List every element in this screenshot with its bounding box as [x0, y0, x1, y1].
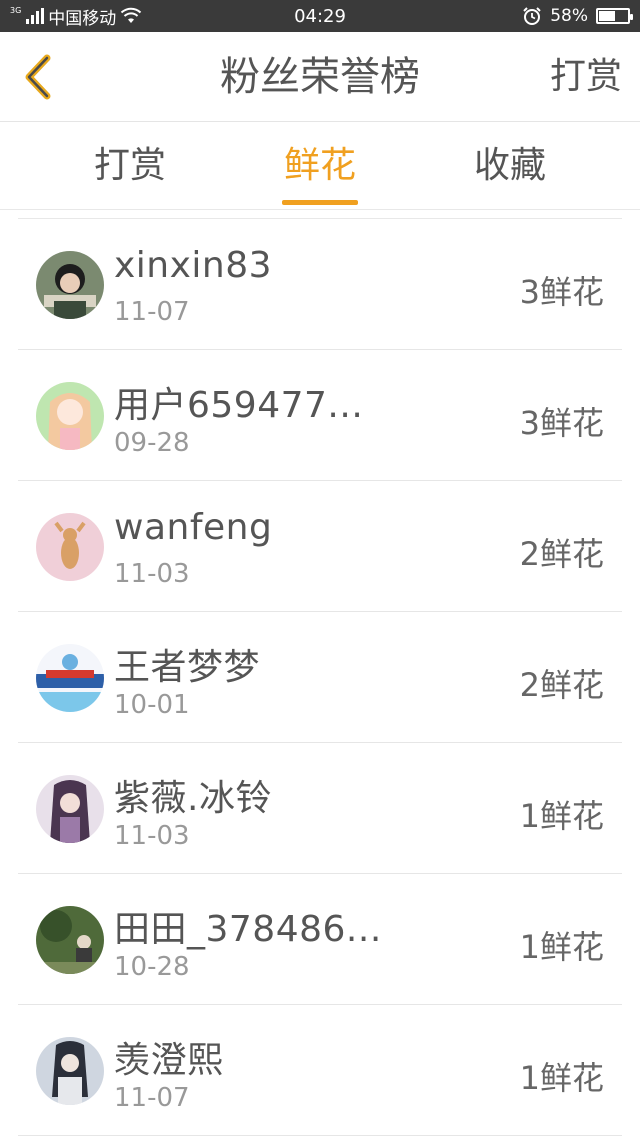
battery-level-fill: [599, 11, 616, 21]
fan-date: 11-03: [114, 821, 190, 851]
flower-count: 2鲜花: [519, 535, 604, 573]
avatar: [36, 513, 104, 581]
avatar: [36, 382, 104, 450]
fan-list: xinxin83 11-07 3鲜花 用户659477... 09-28 3鲜花…: [18, 218, 622, 1136]
flower-count: 2鲜花: [519, 666, 604, 704]
page-title: 粉丝荣誉榜: [220, 54, 420, 100]
tab-bar: 打赏 鲜花 收藏: [0, 122, 640, 210]
reward-button[interactable]: 打赏: [550, 32, 622, 122]
battery-icon: [596, 8, 633, 24]
fan-name: 羡澄熙: [114, 1040, 224, 1081]
active-tab-indicator: [282, 200, 358, 205]
flower-count: 3鲜花: [519, 273, 604, 311]
fan-name: 王者梦梦: [114, 647, 261, 688]
list-item[interactable]: 紫薇.冰铃 11-03 1鲜花: [18, 743, 622, 874]
fan-date: 10-01: [114, 690, 190, 720]
fan-date: 10-28: [114, 952, 190, 982]
avatar: [36, 1037, 104, 1105]
fan-date: 11-07: [114, 1083, 190, 1113]
fan-name: 田田_378486...: [114, 909, 382, 950]
tab-reward[interactable]: 打赏: [70, 122, 190, 210]
avatar: [36, 644, 104, 712]
avatar: [36, 251, 104, 319]
avatar: [36, 906, 104, 974]
fan-name: 用户659477...: [114, 385, 364, 426]
flower-count: 3鲜花: [519, 404, 604, 442]
list-item[interactable]: xinxin83 11-07 3鲜花: [18, 219, 622, 350]
alarm-icon: [522, 6, 542, 26]
flower-count: 1鲜花: [519, 1059, 604, 1097]
flower-count: 1鲜花: [519, 797, 604, 835]
tab-flowers[interactable]: 鲜花: [260, 122, 380, 210]
list-item[interactable]: 田田_378486... 10-28 1鲜花: [18, 874, 622, 1005]
status-right: 58%: [522, 0, 633, 32]
fan-name: xinxin83: [114, 245, 273, 286]
app-header: 粉丝荣誉榜 打赏: [0, 32, 640, 122]
avatar: [36, 775, 104, 843]
list-item[interactable]: 王者梦梦 10-01 2鲜花: [18, 612, 622, 743]
list-item[interactable]: 用户659477... 09-28 3鲜花: [18, 350, 622, 481]
battery-percent: 58%: [550, 6, 588, 26]
fan-date: 11-07: [114, 297, 190, 327]
flower-count: 1鲜花: [519, 928, 604, 966]
fan-name: wanfeng: [114, 507, 273, 548]
list-item[interactable]: 羡澄熙 11-07 1鲜花: [18, 1005, 622, 1136]
fan-date: 09-28: [114, 428, 190, 458]
status-bar: 3G 中国移动 04:29 58%: [0, 0, 640, 32]
tab-favorites[interactable]: 收藏: [450, 122, 570, 210]
fan-date: 11-03: [114, 559, 190, 589]
list-item[interactable]: wanfeng 11-03 2鲜花: [18, 481, 622, 612]
fan-name: 紫薇.冰铃: [114, 778, 272, 819]
